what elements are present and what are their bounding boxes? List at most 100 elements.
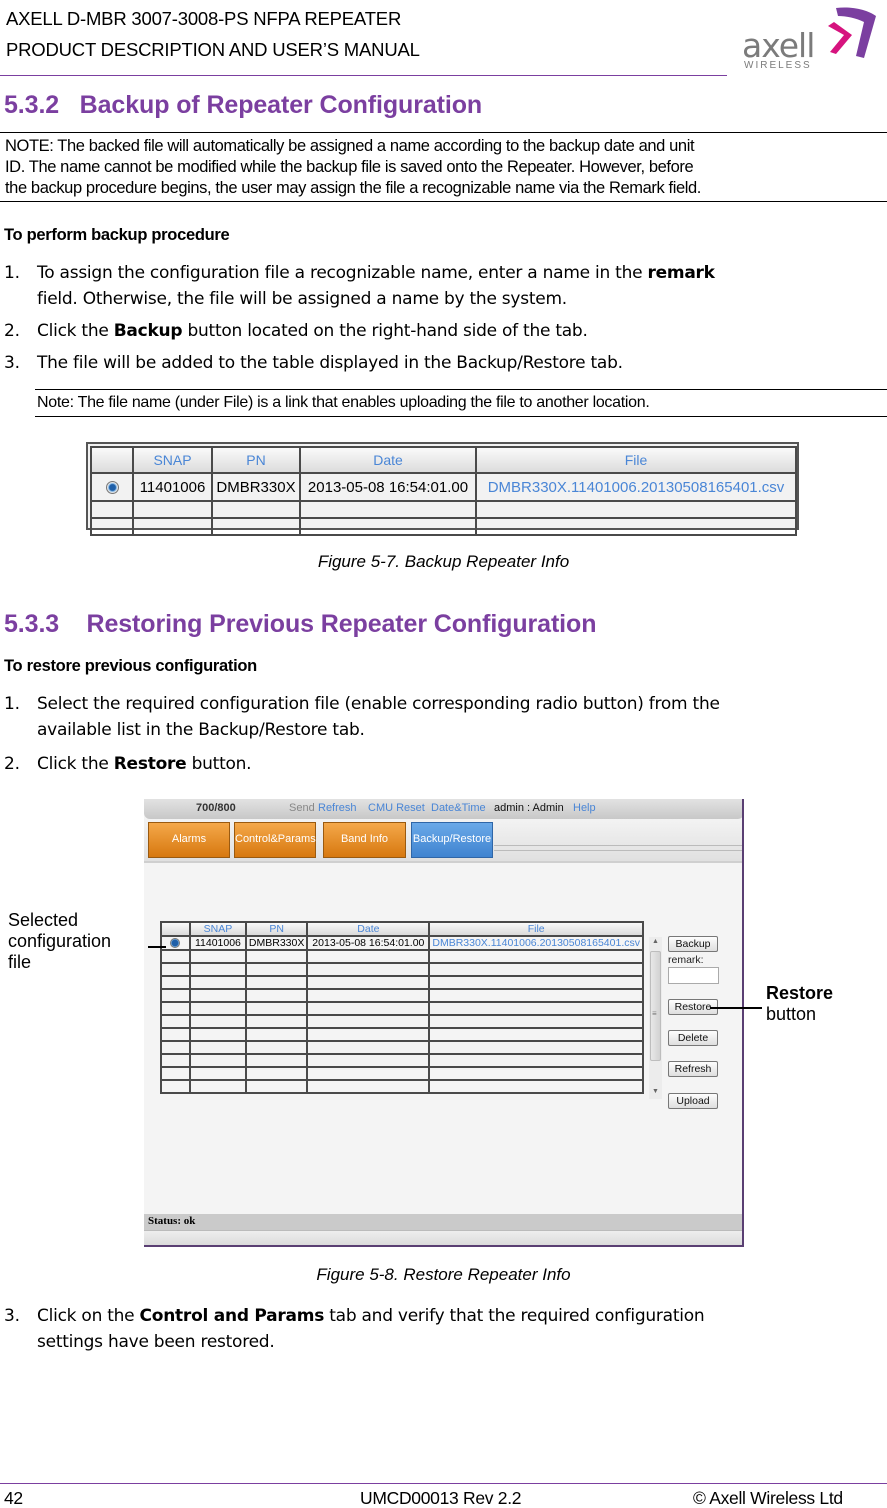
cell-pn: DMBR330X bbox=[244, 935, 309, 951]
delete-button[interactable]: Delete bbox=[668, 1030, 718, 1046]
empty-cell bbox=[188, 1027, 247, 1042]
empty-cell bbox=[306, 1066, 431, 1081]
empty-cell bbox=[188, 988, 247, 1003]
remark-input[interactable] bbox=[668, 967, 719, 984]
restore-step-3: 3. Click on the Control and Params tab a… bbox=[4, 1303, 884, 1355]
col-file: File bbox=[475, 446, 797, 474]
section-heading-5-3-2: 5.3.2 Backup of Repeater Configuration bbox=[4, 91, 482, 120]
step-text-line2: field. Otherwise, the file will be assig… bbox=[37, 289, 567, 309]
top-menu-bar: 700/800 Send Refresh CMU Reset Date&Time… bbox=[144, 799, 742, 819]
table-row-empty bbox=[90, 500, 797, 519]
step-bold: remark bbox=[647, 263, 715, 283]
empty-cell bbox=[188, 1040, 247, 1055]
step-number: 1. bbox=[4, 263, 20, 283]
step-bold: Backup bbox=[113, 321, 183, 341]
row-radio-button[interactable] bbox=[170, 938, 181, 949]
empty-cell bbox=[428, 962, 644, 977]
menu-cmu-reset[interactable]: CMU Reset bbox=[368, 802, 425, 814]
empty-cell bbox=[188, 949, 247, 964]
cell-file-link[interactable]: DMBR330X.11401006.20130508165401.csv bbox=[475, 472, 797, 502]
footer-page-number: 42 bbox=[4, 1488, 23, 1508]
row-radio-button[interactable] bbox=[105, 481, 119, 495]
cell-file-link[interactable]: DMBR330X.11401006.20130508165401.csv bbox=[428, 935, 644, 951]
table-row-empty bbox=[160, 1066, 644, 1081]
header-title-line2: PRODUCT DESCRIPTION AND USER’S MANUAL bbox=[6, 39, 420, 60]
band-label: 700/800 bbox=[196, 802, 236, 814]
step-text: Select the required configuration file (… bbox=[37, 694, 720, 714]
empty-cell bbox=[306, 1014, 431, 1029]
table-scrollbar[interactable]: ▲ ≡ ▼ bbox=[649, 937, 662, 1099]
col-date: Date bbox=[306, 921, 431, 937]
empty-cell bbox=[306, 1040, 431, 1055]
refresh-button[interactable]: Refresh bbox=[668, 1061, 718, 1077]
step-text: Click on the bbox=[37, 1306, 140, 1326]
tab-strip-rule bbox=[494, 845, 742, 851]
empty-cell bbox=[428, 1079, 644, 1094]
step-text: Click the bbox=[37, 754, 114, 774]
scroll-grip-icon: ≡ bbox=[652, 1009, 657, 1018]
callout-leader-line bbox=[710, 1007, 762, 1009]
scroll-down-arrow-icon[interactable]: ▼ bbox=[652, 1088, 659, 1095]
step-number: 3. bbox=[4, 353, 20, 373]
tab-band-info[interactable]: Band Info bbox=[323, 822, 406, 858]
procedure-title: To perform backup procedure bbox=[4, 226, 230, 244]
table-row: 11401006 DMBR330X 2013-05-08 16:54:01.00… bbox=[160, 935, 644, 951]
empty-cell bbox=[306, 1053, 431, 1068]
tab-strip: Alarms Control&Params Band Info Backup/R… bbox=[144, 819, 742, 863]
scrollbar-thumb[interactable] bbox=[650, 951, 661, 1061]
tab-control-params[interactable]: Control&Params bbox=[234, 822, 316, 858]
empty-cell bbox=[428, 949, 644, 964]
empty-cell bbox=[428, 1066, 644, 1081]
user-label: admin : Admin bbox=[494, 802, 564, 814]
step-2: 2. Click the Backup button located on th… bbox=[4, 318, 884, 344]
empty-cell bbox=[188, 1066, 247, 1081]
axell-wireless-logo: axell WIRELESS bbox=[742, 2, 882, 72]
upload-button[interactable]: Upload bbox=[668, 1093, 718, 1109]
empty-cell bbox=[160, 1053, 191, 1068]
empty-cell bbox=[244, 1040, 309, 1055]
empty-cell bbox=[306, 1079, 431, 1094]
empty-cell bbox=[160, 988, 191, 1003]
col-select bbox=[90, 446, 134, 474]
step-number: 2. bbox=[4, 754, 20, 774]
scroll-up-arrow-icon[interactable]: ▲ bbox=[652, 938, 659, 945]
empty-cell bbox=[160, 1066, 191, 1081]
col-file: File bbox=[428, 921, 644, 937]
table-row-empty bbox=[160, 949, 644, 964]
step-text: button located on the right-hand side of… bbox=[182, 321, 588, 341]
empty-cell bbox=[244, 1027, 309, 1042]
menu-refresh[interactable]: Refresh bbox=[318, 802, 357, 814]
empty-cell bbox=[244, 1014, 309, 1029]
callout-line: Restore bbox=[766, 983, 834, 1003]
footer-copyright: © Axell Wireless Ltd bbox=[693, 1488, 843, 1508]
cell-snap: 11401006 bbox=[188, 935, 247, 951]
cell-snap: 11401006 bbox=[132, 472, 213, 502]
table-header-row: SNAP PN Date File bbox=[160, 921, 644, 937]
restore-step-1: 1. Select the required configuration fil… bbox=[4, 691, 884, 743]
backup-button[interactable]: Backup bbox=[668, 936, 718, 952]
col-snap: SNAP bbox=[132, 446, 213, 474]
header-title-line1: AXELL D-MBR 3007-3008-PS NFPA REPEATER bbox=[6, 8, 402, 29]
note-line: ID. The name cannot be modified while th… bbox=[5, 158, 694, 176]
table-row-empty bbox=[160, 1027, 644, 1042]
menu-date-time[interactable]: Date&Time bbox=[431, 802, 486, 814]
step-text: The file will be added to the table disp… bbox=[37, 353, 623, 373]
table-row-empty bbox=[160, 1040, 644, 1055]
table-row-empty bbox=[90, 517, 797, 536]
menu-send[interactable]: Send bbox=[289, 802, 315, 814]
tab-backup-restore[interactable]: Backup/Restore bbox=[411, 822, 493, 858]
step-number: 2. bbox=[4, 321, 20, 341]
tab-alarms[interactable]: Alarms bbox=[148, 822, 230, 858]
empty-cell bbox=[306, 988, 431, 1003]
empty-cell bbox=[188, 1079, 247, 1094]
procedure-title: To restore previous configuration bbox=[4, 657, 257, 675]
empty-cell bbox=[244, 1001, 309, 1016]
step-text-line2: settings have been restored. bbox=[37, 1332, 275, 1352]
empty-cell bbox=[306, 975, 431, 990]
section-title: Backup of Repeater Configuration bbox=[79, 91, 483, 119]
callout-line: button bbox=[766, 1004, 817, 1024]
step-bold: Control and Params bbox=[139, 1306, 325, 1326]
menu-help[interactable]: Help bbox=[573, 802, 596, 814]
section-number: 5.3.3 bbox=[4, 610, 60, 638]
step-text-line2: available list in the Backup/Restore tab… bbox=[37, 720, 365, 740]
